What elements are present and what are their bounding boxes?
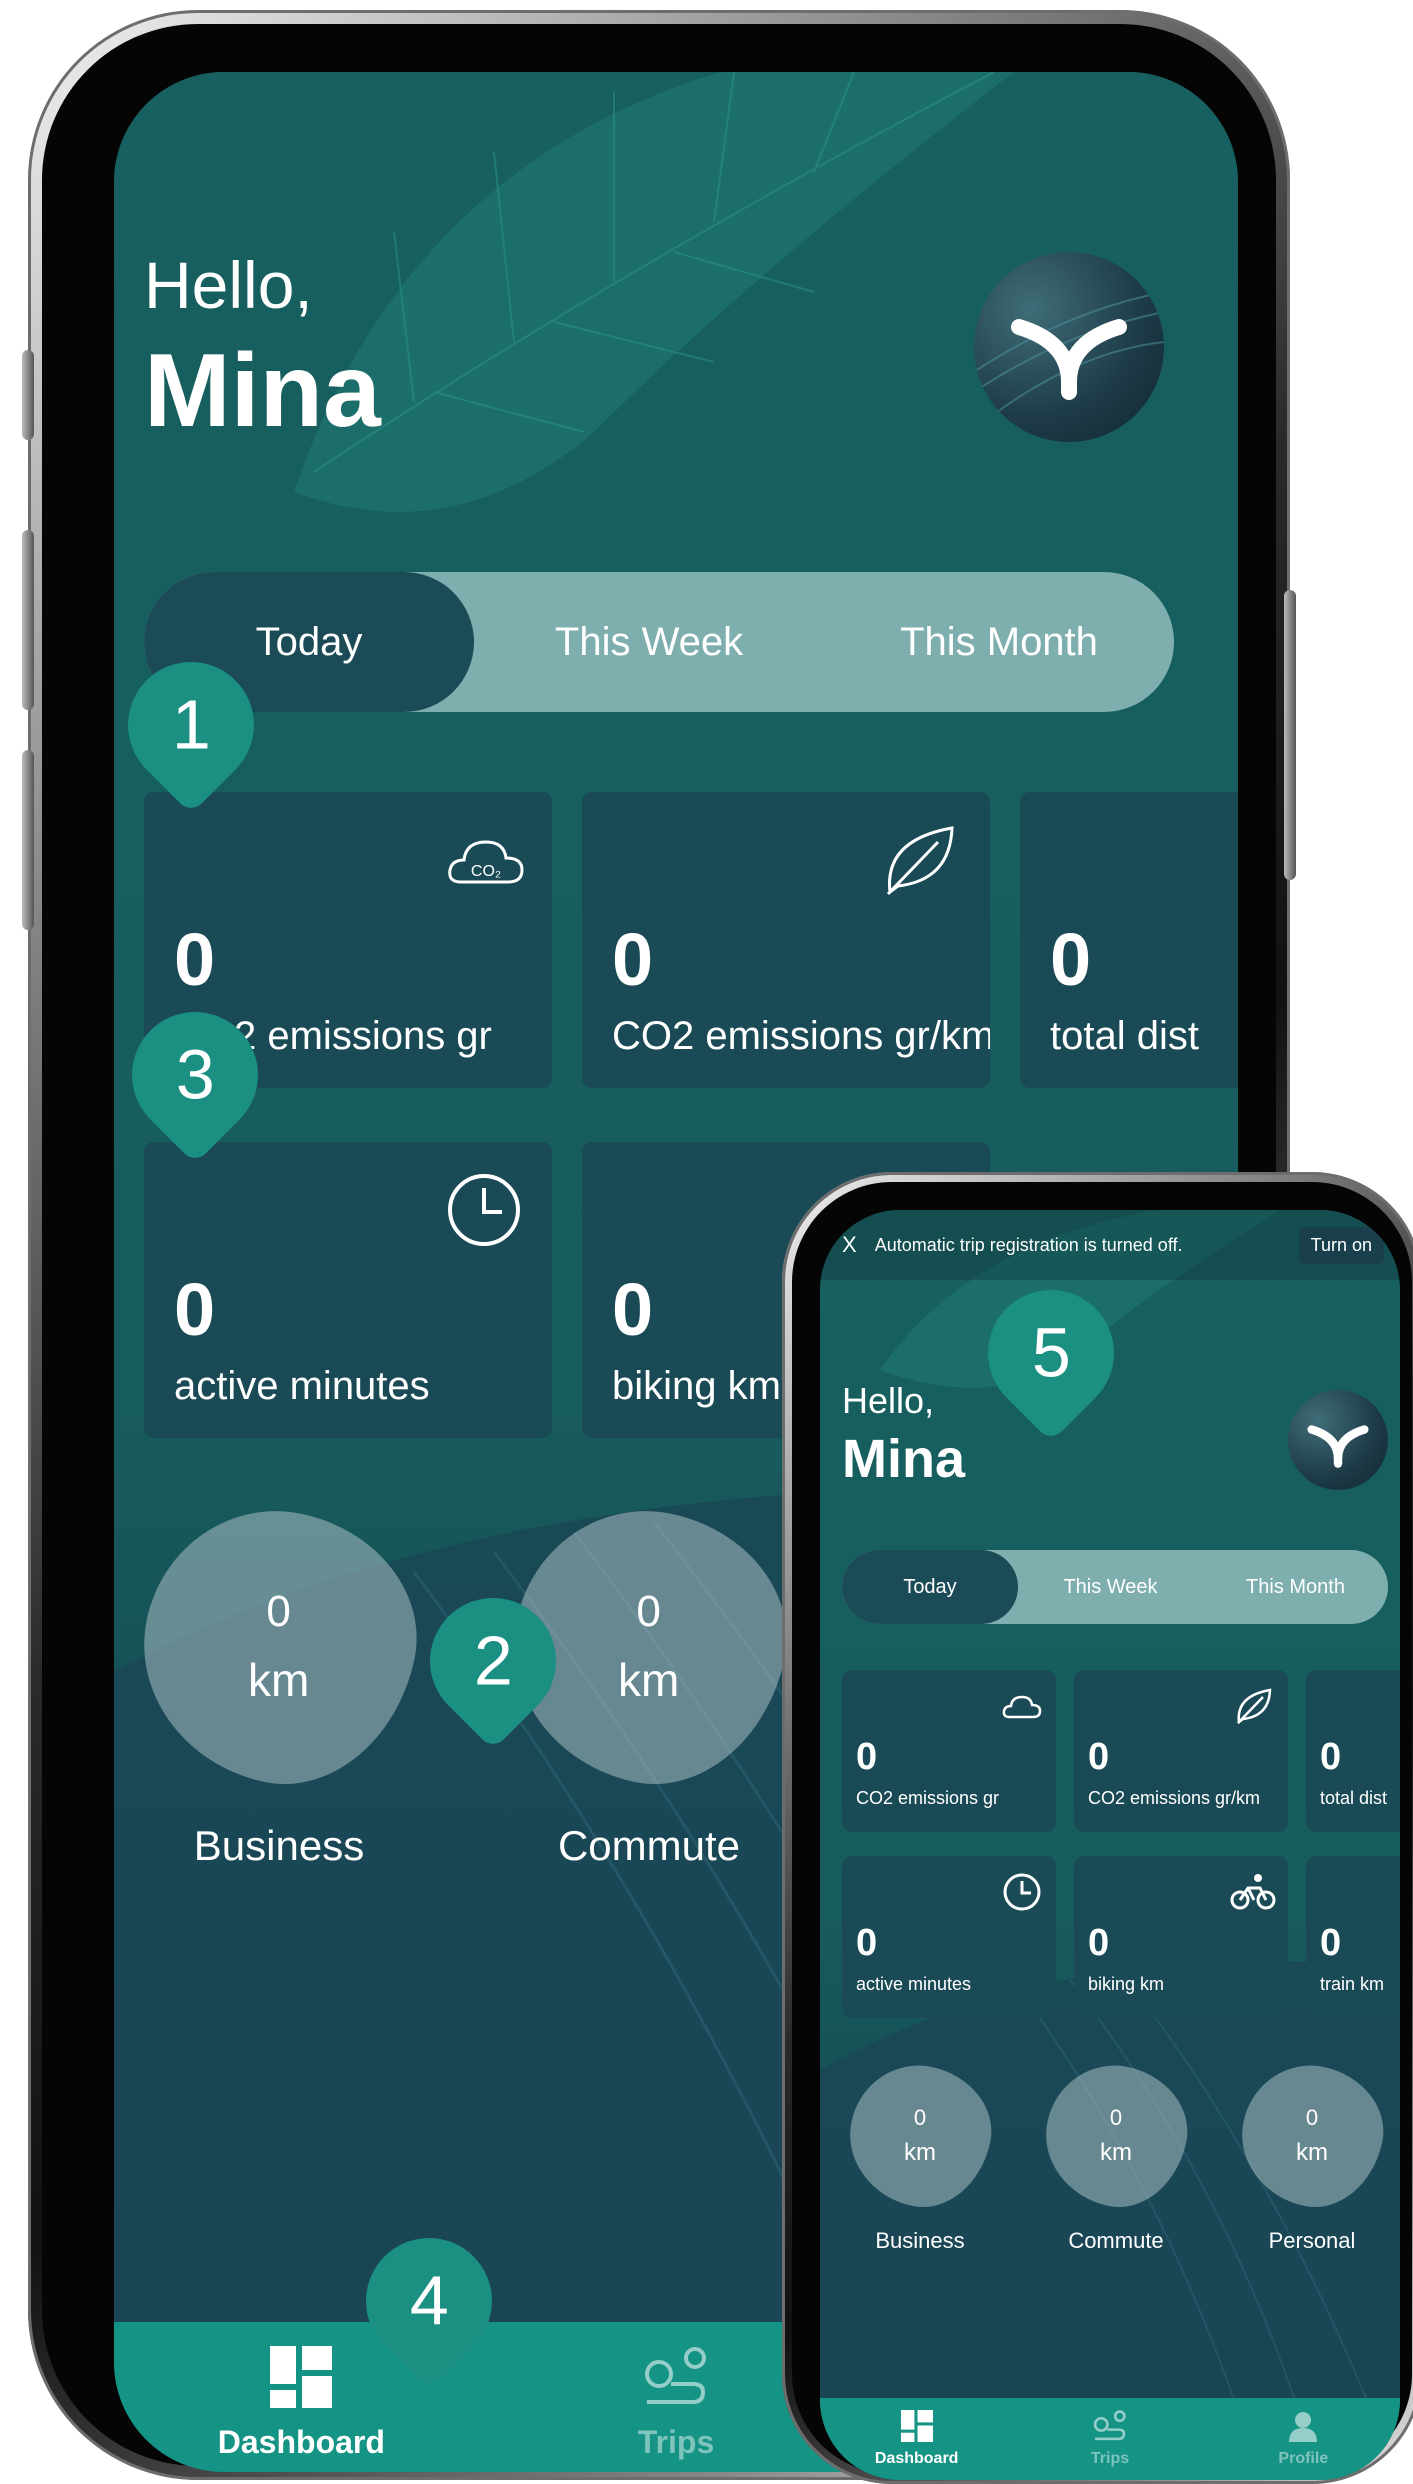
stat-card-biking-km[interactable]: 0 biking km [1074,1856,1288,2018]
stat-value: 0 [612,918,654,1001]
stat-card-co2-per-km[interactable]: 0 CO2 emissions gr/km [582,792,990,1088]
trip-registration-banner: X Automatic trip registration is turned … [820,1210,1400,1280]
stat-value: 0 [1088,1922,1110,1964]
nav-dashboard[interactable]: Dashboard [820,2398,1013,2480]
greeting-text: Hello, [842,1380,935,1421]
badge-number: 1 [171,686,211,764]
stat-value: 0 [856,1736,878,1778]
stat-label: CO2 emissions gr/km [612,1014,990,1058]
user-name: Mina [144,333,381,449]
turn-on-button[interactable]: Turn on [1298,1226,1384,1264]
stat-label: CO2 emissions gr/km [1088,1788,1261,1808]
stat-card-total-distance[interactable]: 0 total dist [1306,1670,1400,1832]
blob-value: 0 [913,2105,927,2130]
blob-unit: km [618,1653,680,1706]
stat-label: biking km [1088,1974,1165,1994]
category-label-commute: Commute [1068,2228,1164,2253]
nav-trips[interactable]: Trips [1013,2398,1206,2480]
stat-card-co2-emissions[interactable]: 0 CO2 emissions gr [842,1670,1056,1832]
tab-this-month[interactable]: This Month [824,572,1174,712]
blob-value: 0 [266,1586,292,1636]
nav-label: Trips [1090,2450,1130,2467]
stat-value: 0 [612,1268,654,1351]
dashboard-icon [270,2346,333,2408]
category-label-commute: Commute [557,1822,741,1869]
blob-unit: km [1296,2139,1328,2166]
brand-logo-icon [1307,1425,1369,1468]
mute-switch [22,350,34,440]
app-screen-banner-state: X Automatic trip registration is turned … [820,1210,1400,2480]
volume-up-button [22,530,34,710]
stat-label: active minutes [856,1974,972,1994]
badge-number: 4 [409,2262,449,2340]
stat-value: 0 [1050,918,1092,1001]
badge-number: 3 [175,1036,215,1114]
blob-value: 0 [636,1586,662,1636]
category-label-business: Business [193,1822,365,1869]
blob-unit: km [248,1653,310,1706]
stat-value: 0 [1088,1736,1110,1778]
period-tabs: Today This Week This Month [144,572,1174,712]
stat-label: train km [1320,1974,1385,1994]
co2-cloud-icon [1002,1695,1042,1719]
stat-card-co2-per-km[interactable]: 0 CO2 emissions gr/km [1074,1670,1288,1832]
tab-this-week[interactable]: This Week [474,572,824,712]
banner-close-button[interactable]: X [842,1232,857,1258]
stat-card-train-km[interactable]: 0 train km [1306,1856,1400,2018]
tab-this-week[interactable]: This Week [1018,1550,1203,1624]
power-button [1284,590,1296,880]
co2-cloud-icon: CO₂ [448,840,524,884]
brand-logo-icon [974,291,1164,423]
blob-unit: km [904,2139,936,2166]
avatar[interactable] [974,252,1164,442]
bike-icon [1230,1874,1276,1910]
stat-value: 0 [1320,1736,1342,1778]
nav-profile[interactable]: Profile [1207,2398,1400,2480]
period-tabs: Today This Week This Month [842,1550,1388,1624]
stat-value: 0 [174,918,216,1001]
blob-unit: km [1100,2139,1132,2166]
banner-message: Automatic trip registration is turned of… [874,1234,1183,1255]
clock-icon [1003,1873,1041,1911]
stat-label: biking km [612,1364,781,1408]
stat-value: 0 [1320,1922,1342,1964]
nav-label: Trips [637,2424,715,2460]
volume-down-button [22,750,34,930]
stat-label: CO2 emissions gr [856,1788,1000,1808]
category-label-personal: Personal [1268,2228,1356,2253]
nav-label: Dashboard [874,2450,959,2467]
profile-icon [1289,2412,1318,2442]
greeting-text: Hello, [144,248,313,322]
nav-label: Dashboard [217,2424,385,2460]
stat-value: 0 [174,1268,216,1351]
stat-label: total dist [1050,1014,1199,1058]
stat-card-total-distance[interactable]: 0 total dist [1020,792,1238,1088]
user-name: Mina [842,1429,966,1489]
nav-label: Profile [1278,2450,1329,2467]
stat-card-active-minutes[interactable]: 0 active minutes [144,1142,552,1438]
avatar[interactable] [1288,1390,1388,1490]
tab-today[interactable]: Today [842,1550,1018,1624]
stat-card-active-minutes[interactable]: 0 active minutes [842,1856,1056,2018]
stat-label: total dist [1320,1788,1388,1808]
leaf-icon [1237,1688,1272,1725]
dashboard-icon [900,2410,933,2442]
stage: Hello, Mina Today This Week This Month C… [0,0,1413,2484]
route-pin-icon [645,2347,706,2404]
badge-number: 2 [473,1622,513,1700]
bottom-nav: Dashboard Trips Profile [820,2398,1400,2480]
badge-number: 5 [1031,1314,1071,1392]
clock-icon [448,1174,520,1246]
tab-this-month[interactable]: This Month [1203,1550,1388,1624]
route-pin-icon [1093,2410,1126,2441]
stat-label: active minutes [174,1364,430,1408]
leaf-icon [886,826,954,896]
blob-value: 0 [1109,2105,1123,2130]
category-label-business: Business [875,2228,965,2253]
blob-value: 0 [1305,2105,1319,2130]
stat-value: 0 [856,1922,878,1964]
svg-text:CO₂: CO₂ [471,863,501,880]
